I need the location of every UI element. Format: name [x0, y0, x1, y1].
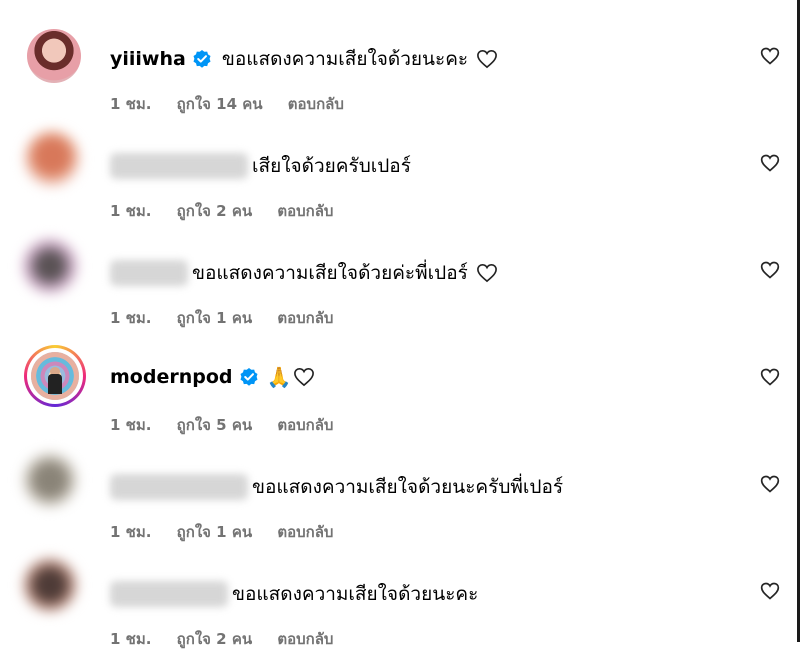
- like-heart-icon[interactable]: [760, 367, 780, 387]
- username-blurred[interactable]: [110, 153, 248, 179]
- comment-item: modernpod 🙏 1 ชม. ถูกใจ 5 คน ตอบกลับ: [0, 331, 796, 438]
- like-heart-icon[interactable]: [760, 260, 780, 280]
- username[interactable]: modernpod: [110, 366, 233, 388]
- comment-item: ขอแสดงความเสียใจด้วยนะครับพี่เปอร์ 1 ชม.…: [0, 438, 796, 545]
- comment-line: ขอแสดงความเสียใจด้วยนะคะ: [110, 579, 478, 609]
- avatar: [31, 352, 79, 400]
- username-blurred[interactable]: [110, 474, 248, 500]
- like-count[interactable]: ถูกใจ 1 คน: [177, 309, 252, 327]
- comment-text: ขอแสดงความเสียใจด้วยนะคะ: [221, 48, 469, 70]
- reply-button[interactable]: ตอบกลับ: [288, 95, 344, 113]
- comment-item: yiiiwha ขอแสดงความเสียใจด้วยนะคะ 1 ชม. ถ…: [0, 10, 796, 117]
- like-count[interactable]: ถูกใจ 5 คน: [177, 416, 252, 434]
- comment-time: 1 ชม.: [110, 95, 152, 113]
- comment-line: modernpod 🙏: [110, 365, 315, 389]
- avatar[interactable]: [22, 238, 78, 294]
- comment-meta: 1 ชม. ถูกใจ 5 คน ตอบกลับ: [110, 413, 353, 437]
- reply-button[interactable]: ตอบกลับ: [277, 202, 333, 220]
- like-heart-icon[interactable]: [760, 153, 780, 173]
- comment-meta: 1 ชม. ถูกใจ 14 คน ตอบกลับ: [110, 92, 364, 116]
- like-count[interactable]: ถูกใจ 14 คน: [177, 95, 263, 113]
- comment-line: yiiiwha ขอแสดงความเสียใจด้วยนะคะ: [110, 44, 498, 74]
- comment-text: ขอแสดงความเสียใจด้วยค่ะพี่เปอร์: [192, 262, 468, 284]
- like-count[interactable]: ถูกใจ 2 คน: [177, 202, 252, 220]
- comment-item: ขอแสดงความเสียใจด้วยนะคะ 1 ชม. ถูกใจ 2 ค…: [0, 545, 796, 652]
- avatar[interactable]: [22, 557, 78, 613]
- comment-text: 🙏: [266, 365, 292, 389]
- comment-text: เสียใจด้วยครับเปอร์: [252, 155, 411, 177]
- comment-time: 1 ชม.: [110, 523, 152, 541]
- comment-meta: 1 ชม. ถูกใจ 2 คน ตอบกลับ: [110, 199, 353, 223]
- heart-emoji-icon: [294, 367, 315, 387]
- reply-button[interactable]: ตอบกลับ: [277, 630, 333, 648]
- username-blurred[interactable]: [110, 260, 188, 286]
- reply-button[interactable]: ตอบกลับ: [277, 309, 333, 327]
- like-count[interactable]: ถูกใจ 1 คน: [177, 523, 252, 541]
- username-blurred[interactable]: [110, 581, 228, 607]
- comment-line: ขอแสดงความเสียใจด้วยนะครับพี่เปอร์: [110, 472, 563, 502]
- comment-time: 1 ชม.: [110, 416, 152, 434]
- like-heart-icon[interactable]: [760, 474, 780, 494]
- comment-item: ขอแสดงความเสียใจด้วยค่ะพี่เปอร์ 1 ชม. ถู…: [0, 224, 796, 331]
- reply-button[interactable]: ตอบกลับ: [277, 416, 333, 434]
- heart-emoji-icon: [477, 49, 498, 69]
- like-count[interactable]: ถูกใจ 2 คน: [177, 630, 252, 648]
- verified-badge-icon: [240, 368, 257, 386]
- like-heart-icon[interactable]: [760, 46, 780, 66]
- comment-time: 1 ชม.: [110, 630, 152, 648]
- verified-badge-icon: [193, 50, 211, 68]
- comment-meta: 1 ชม. ถูกใจ 1 คน ตอบกลับ: [110, 306, 353, 330]
- comment-time: 1 ชม.: [110, 202, 152, 220]
- avatar[interactable]: [22, 452, 78, 508]
- username[interactable]: yiiiwha: [110, 48, 186, 70]
- comment-item: เสียใจด้วยครับเปอร์ 1 ชม. ถูกใจ 2 คน ตอบ…: [0, 117, 796, 224]
- comment-line: ขอแสดงความเสียใจด้วยค่ะพี่เปอร์: [110, 258, 498, 288]
- comment-line: เสียใจด้วยครับเปอร์: [110, 151, 411, 181]
- avatar[interactable]: [24, 131, 80, 187]
- reply-button[interactable]: ตอบกลับ: [277, 523, 333, 541]
- comment-meta: 1 ชม. ถูกใจ 2 คน ตอบกลับ: [110, 627, 353, 651]
- like-heart-icon[interactable]: [760, 581, 780, 601]
- avatar[interactable]: [27, 29, 81, 83]
- avatar-story-ring[interactable]: [24, 345, 86, 407]
- comment-meta: 1 ชม. ถูกใจ 1 คน ตอบกลับ: [110, 520, 353, 544]
- comment-text: ขอแสดงความเสียใจด้วยนะคะ: [232, 583, 479, 605]
- comment-text: ขอแสดงความเสียใจด้วยนะครับพี่เปอร์: [252, 476, 564, 498]
- comment-time: 1 ชม.: [110, 309, 152, 327]
- heart-emoji-icon: [476, 263, 497, 283]
